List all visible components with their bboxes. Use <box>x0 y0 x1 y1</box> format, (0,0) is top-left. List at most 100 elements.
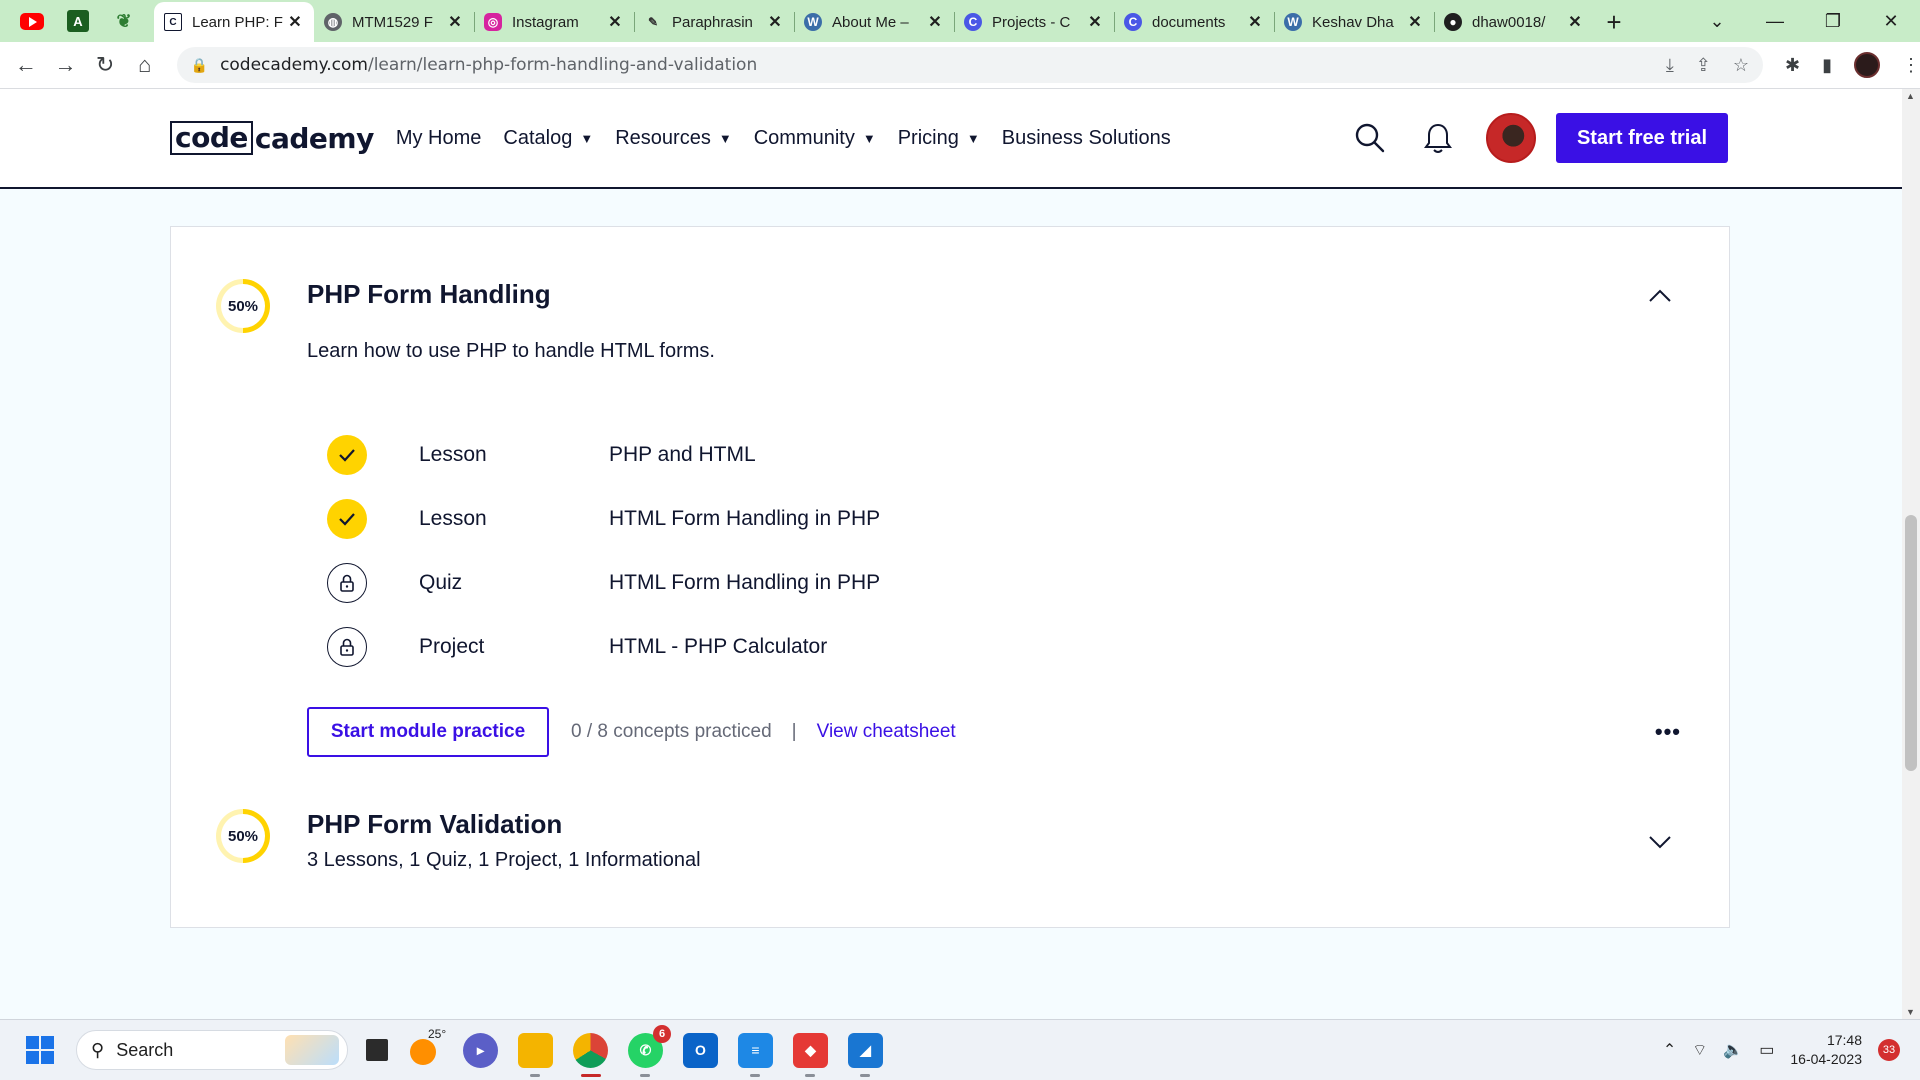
photos-icon[interactable]: ◢ <box>848 1032 883 1077</box>
item-name[interactable]: HTML Form Handling in PHP <box>609 571 880 595</box>
user-avatar[interactable] <box>1486 113 1536 163</box>
reload-icon[interactable]: ↻ <box>85 52 125 78</box>
whatsapp-icon[interactable]: ✆ 6 <box>628 1024 671 1077</box>
start-module-practice-button[interactable]: Start module practice <box>307 707 549 757</box>
start-free-trial-button[interactable]: Start free trial <box>1556 113 1728 163</box>
wifi-icon[interactable]: ⌔ <box>1692 1040 1707 1060</box>
file-explorer-icon[interactable] <box>518 1032 553 1077</box>
battery-icon[interactable]: ▭ <box>1759 1040 1774 1060</box>
share-icon[interactable]: ⇪ <box>1696 55 1711 76</box>
notification-count-badge[interactable]: 33 <box>1878 1039 1900 1061</box>
nav-label: Pricing <box>897 126 959 149</box>
close-tab-icon[interactable]: ✕ <box>766 12 784 32</box>
bookmark-star-icon[interactable]: ☆ <box>1733 55 1749 76</box>
browser-tab[interactable]: W About Me – ✕ <box>794 2 954 42</box>
bell-icon[interactable] <box>1418 118 1458 158</box>
scrollbar-thumb[interactable] <box>1905 515 1917 771</box>
side-panel-icon[interactable]: ▮ <box>1822 55 1832 76</box>
browser-profile-avatar[interactable] <box>1854 52 1881 78</box>
nav-resources[interactable]: Resources ▼ <box>615 127 731 150</box>
chat-app-icon[interactable]: ▸ <box>463 1032 498 1068</box>
progress-ring: 50% <box>216 279 270 333</box>
list-item[interactable]: Lesson HTML Form Handling in PHP <box>327 487 880 551</box>
notepad-icon[interactable]: ≡ <box>738 1032 773 1077</box>
pinned-tab-youtube[interactable] <box>18 7 46 35</box>
pinned-tab-sprout[interactable]: ❦ <box>110 7 138 35</box>
browser-tab[interactable]: C Projects - C ✕ <box>954 2 1114 42</box>
list-item[interactable]: Project HTML - PHP Calculator <box>327 615 880 679</box>
window-controls: ⌄ — ❐ ✕ <box>1688 0 1920 42</box>
wordpress-icon: W <box>804 13 822 31</box>
close-tab-icon[interactable]: ✕ <box>1086 12 1104 32</box>
close-tab-icon[interactable]: ✕ <box>1566 12 1584 32</box>
wordpress-icon: W <box>1284 13 1302 31</box>
codecademy-c-icon: C <box>964 13 982 31</box>
tab-search-chevron-icon[interactable]: ⌄ <box>1688 11 1746 32</box>
codecademy-logo[interactable]: code cademy <box>170 121 374 155</box>
close-tab-icon[interactable]: ✕ <box>446 12 464 32</box>
pinned-tab-acrobat[interactable]: A <box>64 7 92 35</box>
browser-tab[interactable]: ◍ MTM1529 F ✕ <box>314 2 474 42</box>
scroll-up-arrow-icon[interactable]: ▲ <box>1906 91 1915 101</box>
chevron-up-icon[interactable] <box>1647 283 1673 309</box>
module-title[interactable]: PHP Form Validation <box>307 809 562 840</box>
anydesk-icon[interactable]: ◆ <box>793 1032 828 1077</box>
windows-start-icon[interactable] <box>26 1036 54 1064</box>
chrome-icon[interactable] <box>573 1032 608 1077</box>
browser-actions: ✱ ▮ ⋮ <box>1785 52 1920 78</box>
minimize-icon[interactable]: — <box>1746 11 1804 32</box>
item-name[interactable]: HTML Form Handling in PHP <box>609 507 880 531</box>
show-hidden-icons-chevron-icon[interactable]: ⌃ <box>1663 1040 1676 1060</box>
view-cheatsheet-link[interactable]: View cheatsheet <box>817 721 956 743</box>
browser-tab[interactable]: W Keshav Dha ✕ <box>1274 2 1434 42</box>
close-window-icon[interactable]: ✕ <box>1862 11 1920 32</box>
browser-tab[interactable]: ◎ Instagram ✕ <box>474 2 634 42</box>
nav-business-solutions[interactable]: Business Solutions <box>1002 127 1171 150</box>
item-name[interactable]: HTML - PHP Calculator <box>609 635 827 659</box>
volume-icon[interactable]: 🔈 <box>1723 1040 1743 1060</box>
tab-title: About Me – <box>832 13 909 31</box>
module-title[interactable]: PHP Form Handling <box>307 279 551 310</box>
home-icon[interactable]: ⌂ <box>125 52 165 78</box>
back-arrow-icon[interactable]: ← <box>6 52 46 78</box>
item-name[interactable]: PHP and HTML <box>609 443 756 467</box>
outlook-icon[interactable]: O <box>683 1032 718 1068</box>
lock-icon <box>327 627 367 667</box>
nav-my-home[interactable]: My Home <box>396 127 482 150</box>
browser-menu-icon[interactable]: ⋮ <box>1902 55 1920 76</box>
close-tab-icon[interactable]: ✕ <box>926 12 944 32</box>
nav-community[interactable]: Community ▼ <box>754 127 876 150</box>
progress-percent: 50% <box>227 827 259 845</box>
task-view-icon[interactable] <box>366 1039 388 1061</box>
browser-tab[interactable]: C documents ✕ <box>1114 2 1274 42</box>
browser-tab-strip: A ❦ C Learn PHP: F ✕ ◍ MTM1529 F ✕ ◎ Ins… <box>0 0 1920 42</box>
search-icon[interactable] <box>1350 118 1390 158</box>
page-scrollbar[interactable]: ▲ ▼ <box>1902 89 1920 1019</box>
more-options-icon[interactable]: ••• <box>1655 719 1681 745</box>
maximize-icon[interactable]: ❐ <box>1804 11 1862 32</box>
close-tab-icon[interactable]: ✕ <box>286 12 304 32</box>
list-item[interactable]: Quiz HTML Form Handling in PHP <box>327 551 880 615</box>
install-app-icon[interactable]: ⤓ <box>1666 55 1674 76</box>
chevron-down-icon[interactable] <box>1647 829 1673 855</box>
close-tab-icon[interactable]: ✕ <box>1406 12 1424 32</box>
close-tab-icon[interactable]: ✕ <box>606 12 624 32</box>
browser-tab[interactable]: ● dhaw0018/ ✕ <box>1434 2 1594 42</box>
list-item[interactable]: Lesson PHP and HTML <box>327 423 880 487</box>
extensions-puzzle-icon[interactable]: ✱ <box>1785 55 1800 76</box>
address-bar[interactable]: 🔒 codecademy.com/learn/learn-php-form-ha… <box>176 47 1764 83</box>
close-tab-icon[interactable]: ✕ <box>1246 12 1264 32</box>
browser-tab[interactable]: C Learn PHP: F ✕ <box>154 2 314 42</box>
lock-icon[interactable]: 🔒 <box>191 57 208 74</box>
tab-title: documents <box>1152 13 1226 31</box>
browser-tab[interactable]: ✎ Paraphrasin ✕ <box>634 2 794 42</box>
clock[interactable]: 17:48 16-04-2023 <box>1790 1031 1862 1069</box>
nav-catalog[interactable]: Catalog ▼ <box>503 127 593 150</box>
scroll-down-arrow-icon[interactable]: ▼ <box>1906 1007 1915 1017</box>
taskbar-search[interactable]: ⚲ Search <box>76 1030 348 1070</box>
weather-widget[interactable]: 25° <box>408 1027 446 1068</box>
forward-arrow-icon[interactable]: → <box>46 52 86 78</box>
nav-pricing[interactable]: Pricing ▼ <box>898 127 980 150</box>
acrobat-icon: A <box>67 10 89 32</box>
new-tab-button[interactable]: + <box>1594 2 1634 42</box>
